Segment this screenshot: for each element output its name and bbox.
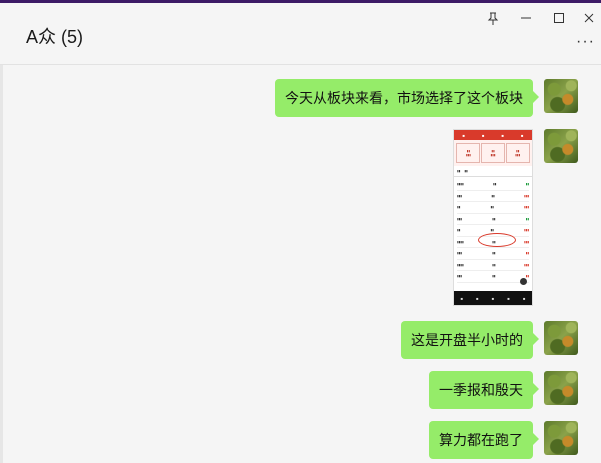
maximize-icon[interactable] (547, 9, 571, 27)
avatar[interactable] (544, 421, 578, 455)
pane-divider (0, 65, 3, 463)
message-bubble[interactable]: 今天从板块来看，市场选择了这个板块 (275, 79, 539, 117)
message-row: 算力都在跑了 (429, 421, 578, 459)
avatar[interactable] (544, 371, 578, 405)
message-row: 今天从板块来看，市场选择了这个板块 (275, 79, 578, 117)
minimize-icon[interactable] (514, 9, 538, 27)
image-message[interactable]: ■ ■ ■ ■ ▮▮ ▮▮▮ ▮▮ ▮▮▮ ▮▮ ▮▮▮ ▮▮ ▮▮ ▮▮▮▮ ▮▮ ▮▮ ▮▮▮… (453, 129, 533, 306)
message-row: ■ ■ ■ ■ ▮▮ ▮▮▮ ▮▮ ▮▮▮ ▮▮ ▮▮▮ ▮▮ ▮▮ ▮▮▮▮ ▮▮ ▮▮ ▮▮▮… (453, 129, 578, 306)
pin-icon[interactable] (481, 9, 505, 27)
message-row: 这是开盘半小时的 (401, 321, 578, 359)
message-list[interactable]: 今天从板块来看，市场选择了这个板块 ■ ■ ■ ■ ▮▮ ▮▮▮ ▮▮ ▮▮▮ ▮▮ ▮▮▮… (0, 65, 601, 463)
close-icon[interactable] (577, 9, 601, 27)
message-bubble[interactable]: 这是开盘半小时的 (401, 321, 539, 359)
more-icon[interactable]: ··· (576, 33, 595, 51)
message-bubble[interactable]: 算力都在跑了 (429, 421, 539, 459)
avatar[interactable] (544, 79, 578, 113)
chat-titlebar: A众 (5) ··· (0, 3, 601, 65)
message-row: 一季报和殷天 (429, 371, 578, 409)
avatar[interactable] (544, 321, 578, 355)
chat-title: A众 (5) (26, 27, 84, 47)
avatar[interactable] (544, 129, 578, 163)
message-bubble[interactable]: 一季报和殷天 (429, 371, 539, 409)
